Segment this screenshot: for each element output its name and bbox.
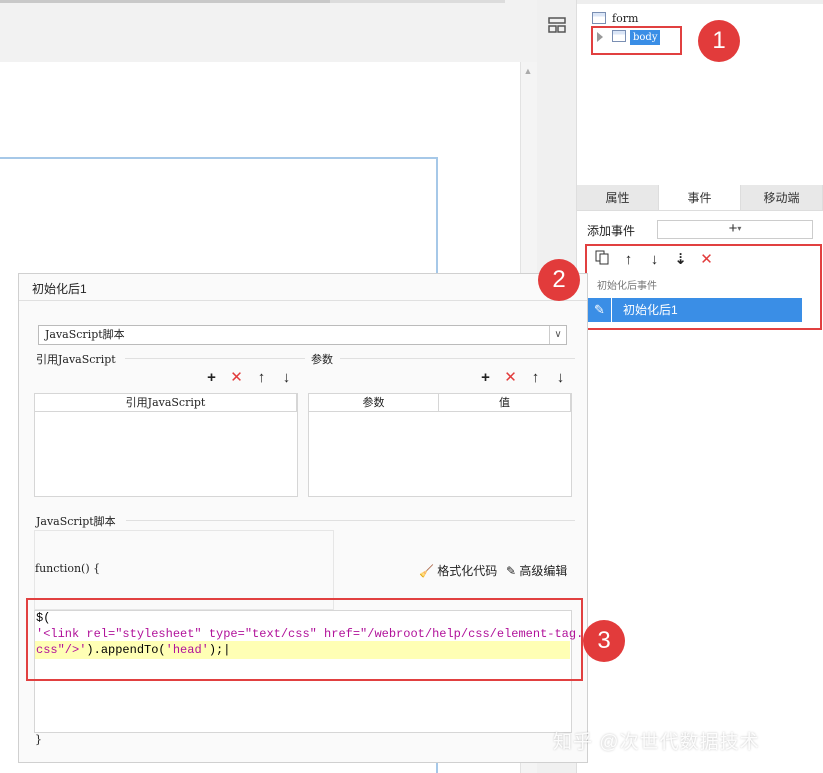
edit-icon: ✎ — [506, 564, 517, 578]
section-divider — [340, 358, 575, 359]
move-up-icon[interactable]: ↑ — [253, 369, 270, 386]
advanced-edit-button[interactable]: ✎ 高级编辑 — [506, 562, 567, 579]
params-section-label: 参数 — [311, 353, 333, 366]
designer-scrollbar-track — [330, 0, 505, 3]
callout-badge-2: 2 — [538, 259, 580, 301]
tab-properties[interactable]: 属性 — [577, 185, 659, 210]
highlight-box-1 — [591, 26, 682, 55]
format-code-label: 格式化代码 — [437, 564, 498, 578]
column-header: 引用JavaScript — [35, 394, 297, 411]
table-header: 引用JavaScript — [35, 394, 297, 412]
table-header: 参数 值 — [309, 394, 571, 412]
move-up-icon[interactable]: ↑ — [527, 369, 544, 386]
callout-badge-3: 3 — [583, 620, 625, 662]
tree-node-form[interactable]: form — [612, 12, 638, 25]
right-panel-top — [577, 0, 823, 4]
add-icon[interactable]: + — [477, 369, 494, 386]
advanced-edit-label: 高级编辑 — [519, 564, 568, 578]
function-open-text: function() { — [35, 562, 101, 575]
dialog-divider — [19, 300, 587, 301]
ref-js-section-label: 引用JavaScript — [36, 353, 116, 366]
scroll-up-icon[interactable]: ▲ — [523, 66, 533, 76]
layout-icon[interactable] — [548, 17, 566, 33]
highlight-box-3 — [26, 598, 583, 681]
designer-scrollbar-top[interactable] — [0, 0, 330, 3]
params-table[interactable]: 参数 值 — [308, 393, 572, 497]
tab-events[interactable]: 事件 — [659, 185, 741, 210]
watermark: 知乎 @次世代数据技术 — [553, 732, 760, 753]
panel-tabs: 属性 事件 移动端 — [577, 185, 823, 211]
params-toolbar: + ✕ ↑ ↓ — [477, 369, 569, 386]
broom-icon: 🧹 — [419, 564, 434, 578]
add-event-label: 添加事件 — [587, 224, 636, 238]
ref-js-toolbar: + ✕ ↑ ↓ — [203, 369, 295, 386]
move-down-icon[interactable]: ↓ — [552, 369, 569, 386]
column-header: 值 — [439, 394, 571, 411]
delete-icon[interactable]: ✕ — [228, 369, 245, 386]
format-code-button[interactable]: 🧹 格式化代码 — [419, 562, 497, 579]
section-divider — [125, 358, 305, 359]
form-node-icon — [592, 12, 606, 24]
ref-js-table[interactable]: 引用JavaScript — [34, 393, 298, 497]
column-header: 参数 — [309, 394, 439, 411]
add-icon[interactable]: + — [203, 369, 220, 386]
callout-badge-1: 1 — [698, 20, 740, 62]
dialog-title: 初始化后1 — [32, 282, 87, 296]
designer-toolbar-area — [0, 0, 537, 62]
function-close-text: } — [35, 733, 42, 746]
chevron-down-icon[interactable]: ∨ — [549, 326, 566, 344]
js-script-section-label: JavaScript脚本 — [36, 515, 116, 528]
add-event-button[interactable]: +▾ — [657, 220, 813, 239]
move-down-icon[interactable]: ↓ — [278, 369, 295, 386]
script-type-select[interactable]: JavaScript脚本 — [38, 325, 567, 345]
dropdown-arrow-icon: ▾ — [737, 224, 742, 234]
highlight-box-2 — [585, 244, 822, 330]
delete-icon[interactable]: ✕ — [502, 369, 519, 386]
section-divider — [126, 520, 575, 521]
tab-mobile[interactable]: 移动端 — [741, 185, 823, 210]
